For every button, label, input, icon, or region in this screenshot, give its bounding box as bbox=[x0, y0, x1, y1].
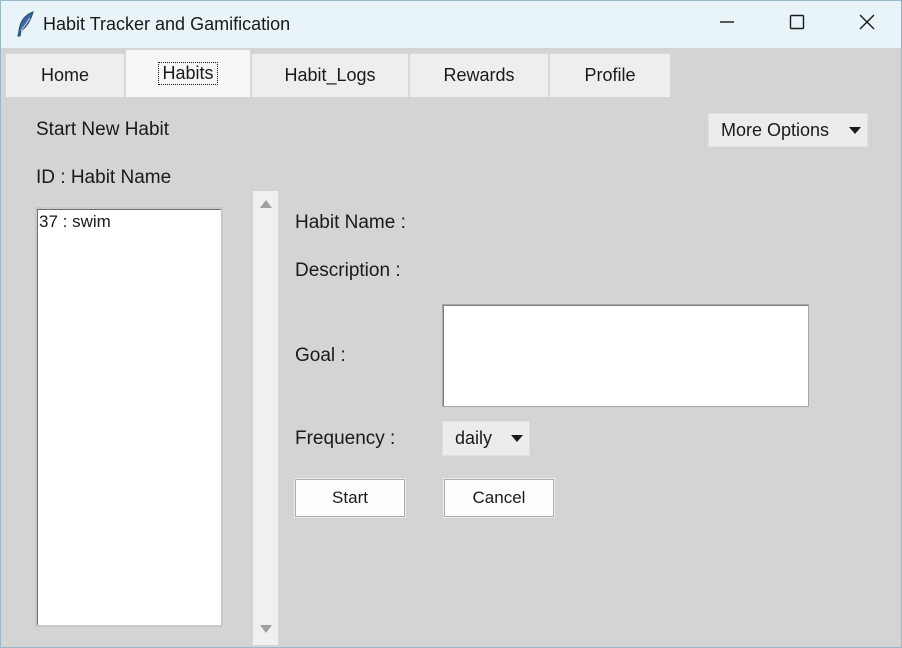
section-title: Start New Habit bbox=[36, 119, 170, 140]
minimize-icon bbox=[718, 13, 736, 36]
scroll-down-icon[interactable] bbox=[260, 625, 272, 633]
habit-listbox[interactable]: 37 : swim bbox=[35, 207, 223, 627]
more-options-dropdown[interactable]: More Options bbox=[708, 113, 868, 147]
cancel-button[interactable]: Cancel bbox=[443, 478, 555, 518]
chevron-down-icon bbox=[849, 127, 861, 134]
tab-bar: Home Habits Habit_Logs Rewards Profile bbox=[5, 49, 899, 97]
window-title: Habit Tracker and Gamification bbox=[43, 14, 291, 34]
tab-home[interactable]: Home bbox=[5, 53, 125, 97]
description-label: Description : bbox=[295, 260, 401, 281]
app-window: Habit Tracker and Gamification Home Habi… bbox=[0, 0, 902, 648]
habits-panel: Start New Habit More Options ID : Habit … bbox=[5, 97, 899, 645]
title-bar[interactable]: Habit Tracker and Gamification bbox=[1, 1, 901, 48]
frequency-dropdown[interactable]: daily bbox=[442, 421, 530, 456]
habit-name-label: Habit Name : bbox=[295, 212, 406, 233]
maximize-button[interactable] bbox=[763, 1, 831, 48]
goal-label: Goal : bbox=[295, 345, 346, 366]
maximize-icon bbox=[788, 13, 806, 36]
close-button[interactable] bbox=[833, 1, 901, 48]
start-button[interactable]: Start bbox=[294, 478, 406, 518]
tab-label: Rewards bbox=[443, 65, 515, 85]
tab-label: Profile bbox=[584, 65, 636, 85]
chevron-down-icon bbox=[511, 435, 523, 442]
list-item[interactable]: 37 : swim bbox=[39, 212, 219, 232]
tab-profile[interactable]: Profile bbox=[549, 53, 671, 97]
goal-textarea[interactable] bbox=[442, 304, 809, 407]
tab-label: Habits bbox=[158, 62, 218, 85]
list-header: ID : Habit Name bbox=[36, 167, 172, 188]
more-options-selected: More Options bbox=[721, 119, 830, 140]
tab-habits[interactable]: Habits bbox=[125, 49, 251, 97]
cancel-button-label: Cancel bbox=[472, 488, 526, 507]
scroll-up-icon[interactable] bbox=[260, 200, 272, 208]
frequency-label: Frequency : bbox=[295, 428, 396, 449]
start-button-label: Start bbox=[332, 488, 368, 507]
frequency-selected: daily bbox=[455, 428, 493, 448]
feather-icon bbox=[15, 11, 37, 37]
tab-label: Habit_Logs bbox=[284, 65, 376, 85]
tab-habit-logs[interactable]: Habit_Logs bbox=[251, 53, 409, 97]
tab-label: Home bbox=[40, 65, 89, 85]
minimize-button[interactable] bbox=[693, 1, 761, 48]
listbox-scrollbar[interactable] bbox=[253, 191, 278, 645]
close-icon bbox=[858, 13, 876, 36]
tab-rewards[interactable]: Rewards bbox=[409, 53, 549, 97]
